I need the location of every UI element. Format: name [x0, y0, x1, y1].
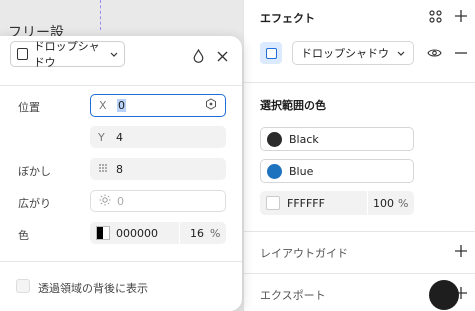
avatar[interactable]: [429, 280, 459, 310]
effect-settings-button[interactable]: [260, 42, 282, 64]
divider: [0, 85, 242, 86]
blur-value[interactable]: 8: [116, 163, 218, 176]
divider: [0, 261, 242, 262]
color-swatch-blue[interactable]: [267, 163, 282, 179]
chevron-down-icon: [397, 47, 405, 60]
effect-styles-icon[interactable]: [426, 7, 444, 25]
spread-label: 広がり: [18, 197, 51, 210]
spread-icon: [99, 194, 117, 209]
position-label: 位置: [18, 101, 40, 114]
hex-input[interactable]: FFFFFF: [287, 197, 367, 210]
percent-unit: %: [210, 226, 221, 240]
shadow-color-input[interactable]: 000000 16 %: [90, 222, 226, 244]
layout-guide-title: レイアウトガイド: [260, 247, 348, 260]
y-input[interactable]: Y 4: [90, 126, 226, 148]
close-icon[interactable]: [213, 47, 231, 65]
effects-title: エフェクト: [260, 12, 315, 25]
add-effect-icon[interactable]: [452, 7, 470, 25]
effect-type-label: ドロップシャドウ: [301, 47, 389, 60]
canvas-guide-line: [100, 0, 101, 30]
selection-color-black[interactable]: Black: [260, 127, 414, 151]
show-behind-transparent-checkbox[interactable]: [16, 279, 30, 293]
shadow-opacity-value[interactable]: 16: [180, 227, 210, 240]
y-value[interactable]: 4: [116, 131, 218, 144]
x-value[interactable]: 0: [117, 99, 126, 112]
chevron-down-icon: [110, 48, 118, 61]
selection-color-white[interactable]: FFFFFF 100 %: [260, 191, 414, 215]
blur-label: ぼかし: [18, 165, 51, 178]
x-prefix: X: [99, 99, 107, 112]
divider: [244, 273, 475, 274]
drop-icon[interactable]: [189, 47, 207, 65]
export-title: エクスポート: [260, 289, 326, 302]
color-label: 色: [18, 229, 29, 242]
popup-effect-type-select[interactable]: ドロップシャドウ: [10, 40, 125, 69]
opacity-input[interactable]: 100: [368, 197, 398, 210]
selection-colors-title: 選択範囲の色: [260, 99, 326, 112]
shadow-color-swatch[interactable]: [96, 226, 110, 240]
spread-input[interactable]: 0: [90, 190, 226, 212]
show-behind-transparent-label[interactable]: 透過領域の背後に表示: [38, 280, 148, 296]
eye-icon[interactable]: [425, 44, 443, 62]
divider: [244, 231, 475, 232]
color-name: Black: [289, 132, 319, 146]
y-prefix: Y: [98, 130, 105, 144]
color-swatch-black[interactable]: [267, 131, 282, 147]
drop-shadow-icon: [17, 48, 28, 60]
popup-effect-type-label: ドロップシャドウ: [33, 40, 100, 69]
shadow-hex-value[interactable]: 000000: [116, 227, 179, 240]
remove-effect-icon[interactable]: [452, 44, 470, 62]
add-layout-guide-icon[interactable]: [452, 242, 470, 260]
blur-icon: [98, 163, 116, 176]
selection-color-blue[interactable]: Blue: [260, 159, 414, 183]
target-icon[interactable]: [205, 98, 217, 113]
x-input[interactable]: X 0: [90, 94, 226, 117]
color-name: Blue: [289, 164, 314, 178]
drop-shadow-popup: ドロップシャドウ 位置 X 0 Y 4 ぼかし 8 広がり 0 色 000000…: [0, 36, 242, 311]
blur-input[interactable]: 8: [90, 158, 226, 180]
properties-panel: エフェクト ドロップシャドウ 選択範囲の色 Black Blue FFFFFF …: [243, 0, 475, 311]
color-swatch-white[interactable]: [266, 196, 280, 210]
spread-value[interactable]: 0: [117, 195, 217, 208]
effect-type-select[interactable]: ドロップシャドウ: [292, 41, 414, 65]
percent-unit: %: [398, 196, 409, 210]
drop-shadow-icon: [265, 47, 277, 59]
divider: [244, 82, 475, 83]
